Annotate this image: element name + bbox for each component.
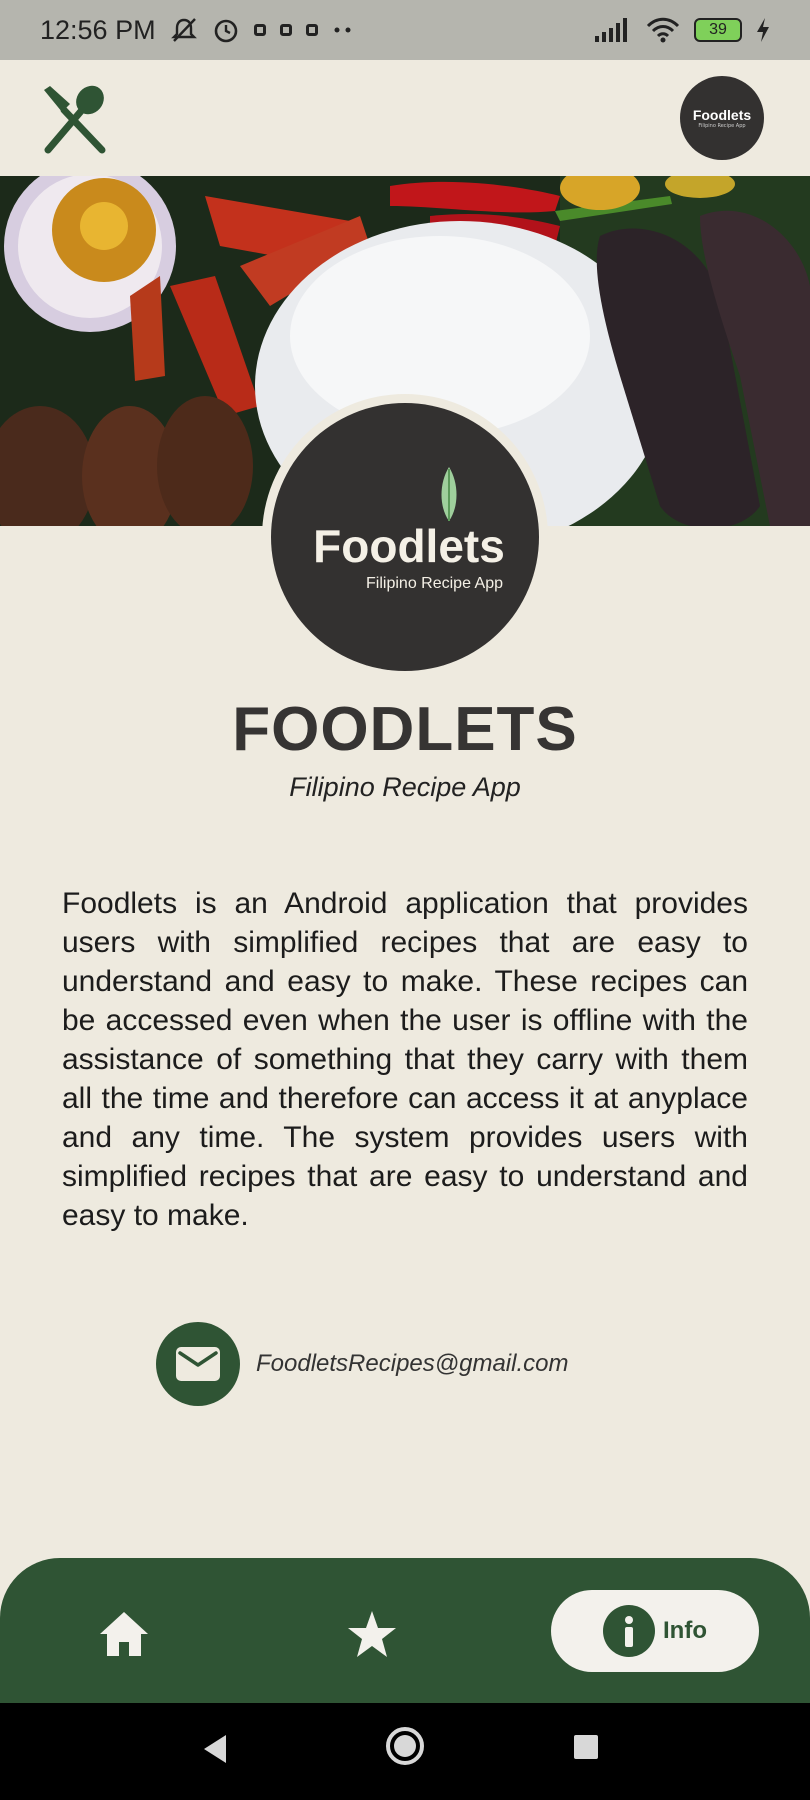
home-button-icon[interactable] (384, 1725, 426, 1771)
contact-email-row[interactable]: FoodletsRecipes@gmail.com (156, 1322, 568, 1406)
app-description: Foodlets is an Android application that … (62, 887, 748, 1232)
recents-icon[interactable] (572, 1733, 600, 1765)
contact-email[interactable]: FoodletsRecipes@gmail.com (256, 1350, 568, 1378)
home-icon[interactable] (96, 1606, 152, 1662)
back-icon[interactable] (200, 1733, 230, 1769)
app-icon (279, 24, 292, 36)
app-title: FOODLETS (232, 695, 578, 764)
mute-notification-icon (170, 16, 198, 44)
system-navigation-bar (0, 1703, 810, 1800)
bottom-navigation: Info (0, 1558, 810, 1703)
header-logo-title: Foodlets (692, 107, 752, 123)
app-subtitle: Filipino Recipe App (289, 772, 521, 802)
info-icon (603, 1605, 655, 1657)
alarm-icon (212, 16, 240, 44)
foodlets-logo: Foodlets Filipino Recipe App (262, 394, 548, 680)
instagram-icon (253, 24, 266, 36)
nav-info-button[interactable]: Info (551, 1590, 759, 1672)
fork-spoon-icon[interactable] (40, 84, 112, 156)
logo-title: Foodlets (313, 520, 505, 572)
header-logo[interactable]: Foodlets Filipino Recipe App (680, 76, 764, 160)
logo-circle: Foodlets Filipino Recipe App (271, 403, 539, 671)
star-icon[interactable] (344, 1606, 400, 1662)
mail-icon[interactable] (156, 1322, 240, 1406)
wifi-icon (646, 17, 680, 43)
status-time: 12:56 PM (40, 14, 156, 45)
header-logo-subtitle: Filipino Recipe App (698, 123, 746, 129)
messenger-icon (305, 24, 318, 36)
charging-icon (756, 18, 770, 42)
leaf-icon (441, 467, 457, 521)
more-dots-icon (332, 25, 354, 35)
status-bar: 12:56 PM 39 (0, 0, 810, 60)
app-header: Foodlets Filipino Recipe App (0, 60, 810, 176)
signal-icon (594, 18, 632, 42)
logo-subtitle: Filipino Recipe App (366, 575, 503, 592)
nav-info-label: Info (663, 1617, 707, 1644)
battery-icon: 39 (694, 18, 742, 42)
